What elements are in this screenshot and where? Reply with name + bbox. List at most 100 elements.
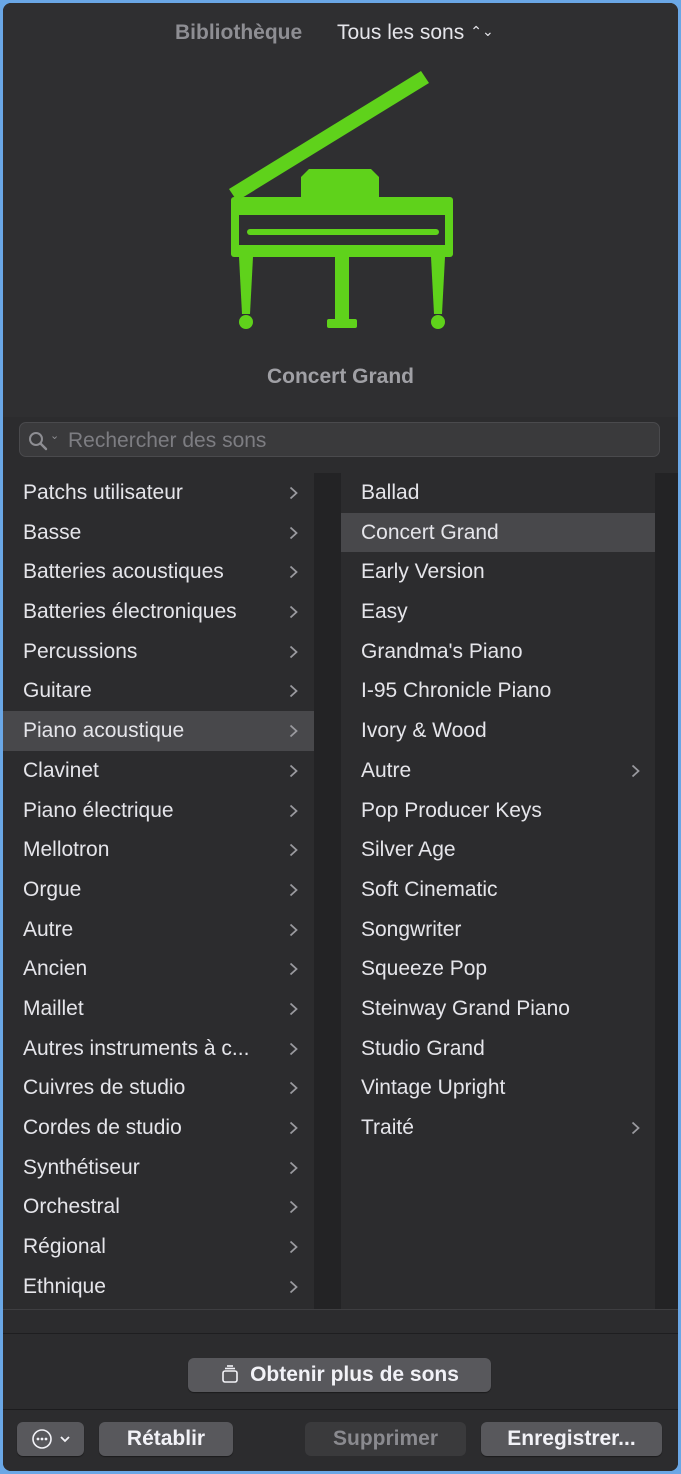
category-item[interactable]: Ancien	[3, 949, 314, 989]
category-label: Piano électrique	[23, 798, 174, 822]
category-item[interactable]: Autres instruments à c...	[3, 1029, 314, 1069]
chevron-right-icon	[289, 605, 298, 619]
sound-filter-popup[interactable]: Tous les sons ⌃⌄	[337, 21, 494, 45]
grand-piano-icon	[229, 71, 453, 329]
save-button[interactable]: Enregistrer...	[481, 1422, 662, 1456]
chevron-right-icon	[289, 1280, 298, 1293]
preset-item[interactable]: Studio Grand	[341, 1029, 655, 1069]
library-header: Bibliothèque Tous les sons ⌃⌄ Concert Gr…	[3, 3, 678, 417]
chevron-right-icon	[289, 963, 298, 976]
preset-label: Squeeze Pop	[361, 957, 488, 981]
category-item[interactable]: Orgue	[3, 870, 314, 910]
preset-label: Concert Grand	[361, 520, 499, 544]
category-item[interactable]: Patchs utilisateur	[3, 473, 314, 513]
preset-label: Vintage Upright	[361, 1076, 506, 1100]
chevron-down-icon	[59, 1436, 70, 1443]
search-field[interactable]: ⌄	[19, 422, 660, 457]
chevron-right-icon	[289, 724, 298, 738]
updown-chevron-icon: ⌃⌄	[470, 23, 494, 39]
preset-item[interactable]: Pop Producer Keys	[341, 791, 655, 831]
preset-label: Soft Cinematic	[361, 877, 498, 901]
preset-item[interactable]: Easy	[341, 592, 655, 632]
category-item[interactable]: Batteries électroniques	[3, 592, 314, 632]
category-label: Cuivres de studio	[23, 1076, 186, 1100]
revert-button[interactable]: Rétablir	[99, 1422, 233, 1456]
chevron-right-icon	[289, 685, 298, 698]
category-item[interactable]: Ethnique	[3, 1267, 314, 1307]
library-title: Bibliothèque	[175, 21, 303, 44]
preset-label: Silver Age	[361, 838, 456, 862]
stack-icon	[222, 1365, 238, 1383]
category-item[interactable]: Clavinet	[3, 751, 314, 791]
preset-item[interactable]: Ballad	[341, 473, 655, 513]
actions-menu-button[interactable]	[17, 1422, 84, 1456]
preset-item[interactable]: I-95 Chronicle Piano	[341, 671, 655, 711]
get-more-sounds-button[interactable]: Obtenir plus de sons	[188, 1358, 491, 1392]
divider	[3, 1409, 678, 1410]
chevron-right-icon	[289, 764, 298, 777]
preset-label: Autre	[361, 758, 412, 782]
category-item[interactable]: Cuivres de studio	[3, 1068, 314, 1108]
chevron-right-icon	[289, 1161, 298, 1174]
preset-folder-item[interactable]: Autre	[341, 751, 655, 791]
category-item[interactable]: Percussions	[3, 632, 314, 672]
preset-item[interactable]: Ivory & Wood	[341, 711, 655, 751]
chevron-right-icon	[289, 923, 298, 936]
preset-label: Songwriter	[361, 917, 462, 941]
search-icon[interactable]	[28, 431, 48, 451]
preset-item[interactable]: Silver Age	[341, 830, 655, 870]
chevron-right-icon	[631, 1121, 640, 1135]
category-item[interactable]: Autre	[3, 910, 314, 950]
category-label: Piano acoustique	[23, 719, 185, 743]
category-label: Autre	[23, 917, 74, 941]
preset-item[interactable]: Vintage Upright	[341, 1068, 655, 1108]
preset-item[interactable]: Grandma's Piano	[341, 632, 655, 672]
preset-label: Studio Grand	[361, 1036, 485, 1060]
category-item[interactable]: Maillet	[3, 989, 314, 1029]
category-item[interactable]: Orchestral	[3, 1187, 314, 1227]
preset-item[interactable]: Early Version	[341, 552, 655, 592]
search-input[interactable]	[66, 426, 650, 455]
preset-item[interactable]: Squeeze Pop	[341, 949, 655, 989]
category-item[interactable]: Piano acoustique	[3, 711, 314, 751]
current-preset-name: Concert Grand	[266, 365, 415, 388]
preset-folder-item[interactable]: Traité	[341, 1108, 655, 1148]
category-item[interactable]: Synthétiseur	[3, 1148, 314, 1188]
category-item[interactable]: Guitare	[3, 671, 314, 711]
category-item[interactable]: Batteries acoustiques	[3, 552, 314, 592]
preset-label: I-95 Chronicle Piano	[361, 679, 552, 703]
chevron-right-icon	[289, 844, 298, 857]
chevron-right-icon	[289, 1042, 298, 1055]
right-scroll-gutter[interactable]	[655, 473, 678, 1309]
ellipsis-circle-icon	[31, 1429, 52, 1449]
category-label: Cordes de studio	[23, 1116, 182, 1139]
category-label: Synthétiseur	[23, 1155, 140, 1179]
category-list: Patchs utilisateur Basse Batteries acousti…	[3, 473, 314, 1309]
preset-item[interactable]: Soft Cinematic	[341, 870, 655, 910]
category-label: Batteries acoustiques	[23, 560, 224, 584]
category-label: Ethnique	[23, 1274, 106, 1298]
delete-button[interactable]: Supprimer	[305, 1422, 466, 1456]
search-options-chevron-icon[interactable]: ⌄	[50, 429, 59, 442]
category-item[interactable]: Régional	[3, 1227, 314, 1267]
category-label: Orchestral	[23, 1195, 120, 1219]
preset-item[interactable]: Songwriter	[341, 910, 655, 950]
preset-label: Ivory & Wood	[361, 719, 487, 743]
preset-item[interactable]: Concert Grand	[341, 512, 655, 553]
category-label: Autres instruments à c...	[23, 1036, 250, 1060]
category-item[interactable]: Basse	[3, 513, 314, 553]
preset-label: Grandma's Piano	[361, 639, 523, 663]
chevron-right-icon	[289, 1002, 298, 1016]
category-item[interactable]: Mellotron	[3, 830, 314, 870]
preset-item[interactable]: Steinway Grand Piano	[341, 989, 655, 1029]
preset-label: Pop Producer Keys	[361, 798, 542, 822]
category-item[interactable]: Cordes de studio	[3, 1108, 314, 1148]
library-window: Bibliothèque Tous les sons ⌃⌄ Concert Gr…	[3, 3, 678, 1471]
chevron-right-icon	[289, 645, 298, 658]
preset-label: Easy	[361, 600, 408, 624]
chevron-right-icon	[289, 566, 298, 579]
chevron-right-icon	[289, 883, 298, 897]
category-item[interactable]: Piano électrique	[3, 791, 314, 831]
column-divider[interactable]	[314, 473, 341, 1309]
category-label: Percussions	[23, 639, 138, 663]
